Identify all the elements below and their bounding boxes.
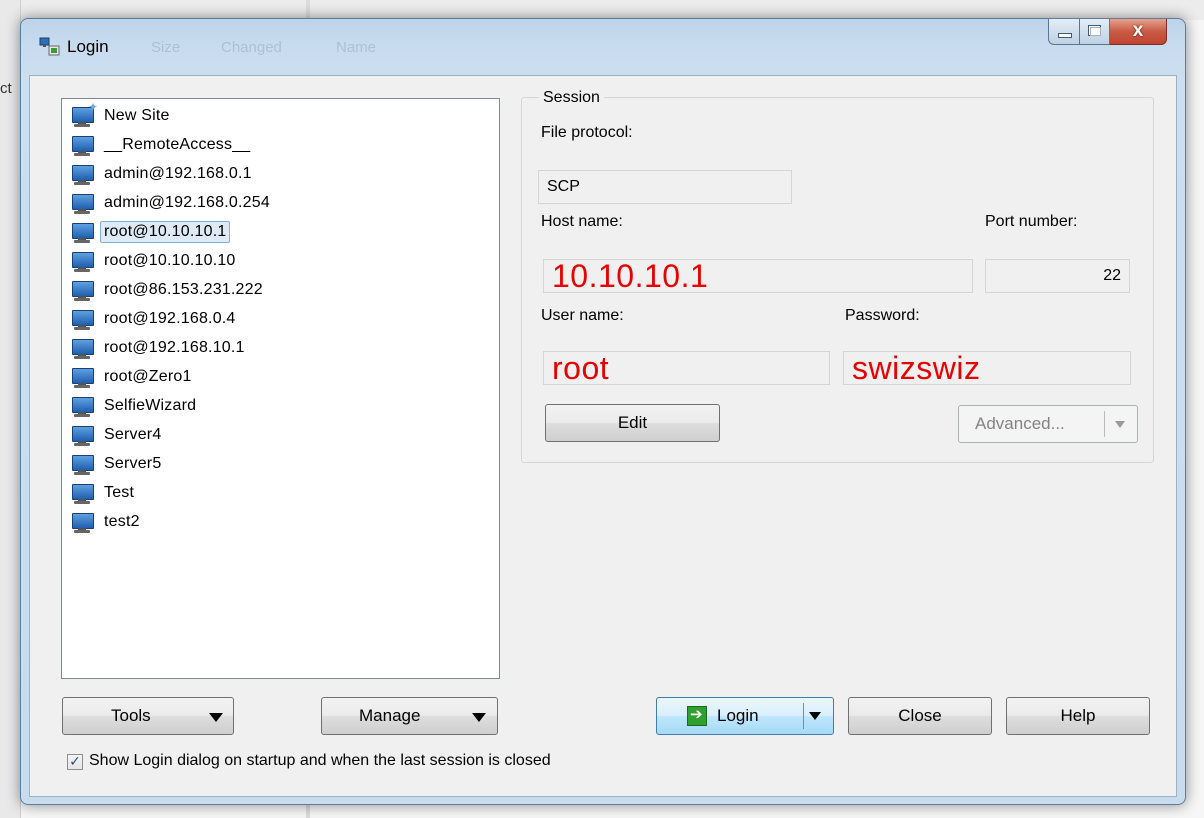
advanced-split-separator [1104,411,1105,437]
monitor-icon [70,482,94,504]
chevron-down-icon [472,713,486,722]
site-tree-item[interactable]: root@86.153.231.222 [70,276,263,304]
maximize-button[interactable] [1080,19,1110,45]
ghost-header-name: Name [336,39,377,56]
site-tree-item[interactable]: SelfieWizard [70,392,196,420]
site-tree-item-label: admin@192.168.0.1 [104,165,252,182]
manage-button[interactable]: Manage [321,697,498,735]
site-tree-item-label: root@Zero1 [104,368,192,385]
site-tree-item[interactable]: admin@192.168.0.254 [70,189,270,217]
monitor-icon [70,337,94,359]
advanced-button[interactable]: Advanced... [958,405,1138,443]
site-tree-item[interactable]: admin@192.168.0.1 [70,160,252,188]
login-button-label: Login [717,706,759,725]
site-tree-item[interactable]: Server5 [70,450,161,478]
site-tree-item-label: Server4 [104,426,162,443]
monitor-icon [70,511,94,533]
site-tree-item-label: Server5 [104,455,162,472]
file-protocol-select[interactable]: SCP [538,170,792,204]
site-tree-item[interactable]: ✦ New Site [70,100,170,130]
help-button[interactable]: Help [1006,697,1150,735]
minimize-icon [1058,33,1072,38]
site-tree-item[interactable]: root@192.168.10.1 [70,334,245,362]
chevron-down-icon [809,712,821,720]
site-tree-item[interactable]: test2 [70,508,140,536]
startup-checkbox[interactable]: ✓ [67,754,83,770]
site-tree[interactable]: ✦ New Site __RemoteAccess__ admin@192.168.0… [61,98,500,679]
title-bar[interactable]: Login Size Changed Name x [21,19,1185,75]
password-input[interactable]: swizswiz [843,350,1131,386]
edit-button[interactable]: Edit [545,404,720,442]
password-label: Password: [845,307,920,324]
site-tree-item-label: __RemoteAccess__ [104,136,251,153]
caption-buttons: x [1048,19,1167,45]
login-split-separator [803,703,804,729]
host-name-label: Host name: [541,213,623,230]
monitor-icon [70,192,94,214]
site-tree-item[interactable]: root@Zero1 [70,363,192,391]
monitor-icon [70,279,94,301]
site-tree-item-label: New Site [104,107,170,124]
site-tree-item[interactable]: root@192.168.0.4 [70,305,236,333]
monitor-icon [70,424,94,446]
minimize-button[interactable] [1048,19,1080,45]
monitor-icon [70,134,94,156]
tools-button-label: Tools [111,706,151,725]
background-app-header [0,0,1204,20]
close-icon: x [1132,20,1144,41]
site-tree-item-label: admin@192.168.0.254 [104,194,270,211]
window-title: Login [67,37,109,56]
manage-button-label: Manage [359,706,421,725]
tools-button[interactable]: Tools [62,697,234,735]
site-tree-item-label: root@10.10.10.10 [104,252,236,269]
monitor-icon [70,250,94,272]
login-button[interactable]: Login [656,697,834,735]
monitor-icon [70,453,94,475]
site-tree-item-label: SelfieWizard [104,397,197,414]
monitor-icon [70,221,94,243]
site-tree-item[interactable]: Server4 [70,421,161,449]
chevron-down-icon [209,713,223,722]
site-tree-item-label: Test [104,484,135,501]
ghost-header-size: Size [151,39,181,56]
site-tree-item[interactable]: Test [70,479,134,507]
maximize-icon [1088,25,1101,36]
port-number-label: Port number: [985,213,1078,230]
site-tree-item[interactable]: root@10.10.10.1 [70,218,231,246]
monitor-icon [70,395,94,417]
monitor-icon [70,308,94,330]
site-tree-item-label: root@86.153.231.222 [104,281,263,298]
login-dialog: Login Size Changed Name x ✦ New Site __Rem… [20,18,1186,805]
dialog-client-area: ✦ New Site __RemoteAccess__ admin@192.168.0… [29,75,1177,797]
close-button[interactable]: Close [848,697,992,735]
site-tree-item[interactable]: root@10.10.10.10 [70,247,236,275]
site-tree-item[interactable]: __RemoteAccess__ [70,131,250,159]
startup-checkbox-label[interactable]: Show Login dialog on startup and when th… [89,752,551,770]
host-name-input[interactable]: 10.10.10.1 [543,258,973,294]
ghost-header-changed: Changed [221,39,282,56]
site-tree-item-label: root@192.168.0.4 [104,310,236,327]
site-tree-item-label: root@192.168.10.1 [104,339,245,356]
monitor-icon [70,163,94,185]
monitor-icon [70,366,94,388]
close-window-button[interactable]: x [1110,19,1167,45]
advanced-button-label: Advanced... [975,414,1065,433]
login-icon [687,705,707,726]
session-group-label: Session [539,89,604,107]
user-name-label: User name: [541,307,624,324]
background-app-left-panel [0,0,21,818]
port-number-input[interactable]: 22 [985,259,1130,293]
file-protocol-label: File protocol: [541,124,633,141]
user-name-input[interactable]: root [543,350,830,386]
new-site-icon: ✦ [70,100,98,127]
chevron-down-icon [1115,421,1125,428]
site-tree-item-label: test2 [104,513,140,530]
app-icon [39,37,60,56]
site-tree-item-label: root@10.10.10.1 [100,221,231,243]
background-app-text-fragment: ct [0,80,12,97]
